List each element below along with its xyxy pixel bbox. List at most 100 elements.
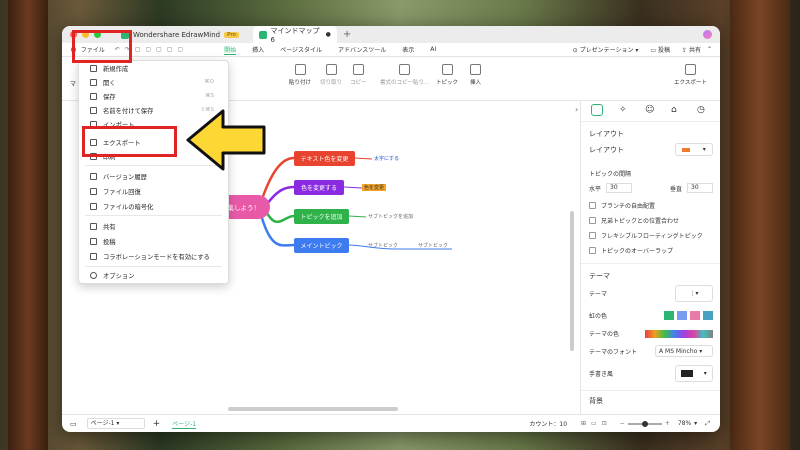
horizontal-scrollbar[interactable]	[228, 407, 398, 411]
menu-item-file-recovery[interactable]: ファイル回復	[79, 184, 228, 198]
horizontal-spacing-input[interactable]: 30	[606, 183, 633, 193]
checkbox-row[interactable]: 兄弟トピックとの位置合わせ	[589, 216, 679, 225]
title-bar: Wondershare EdrawMind Pro マインドマップ6 ● +	[62, 26, 720, 44]
avatar[interactable]	[703, 30, 712, 39]
subtopic-node[interactable]: サブトピック	[418, 242, 448, 249]
zoom-slider[interactable]	[627, 420, 662, 427]
word-count: カウント：10	[529, 421, 568, 428]
section-header-theme: テーマ	[589, 272, 610, 280]
subtopic-node[interactable]: サブトピック	[368, 242, 398, 249]
subtopic-node[interactable]: 太字にする	[374, 155, 399, 162]
share-button[interactable]: ⇪ 共有	[682, 45, 701, 54]
page-list-icon[interactable]: ▭	[70, 420, 77, 428]
save-as-icon	[90, 106, 97, 114]
export-icon	[684, 64, 696, 75]
subtopic-node[interactable]: サブトピックを追加	[368, 213, 413, 220]
hand-drawn-label: 手書き風	[589, 371, 614, 378]
post-button[interactable]: ▭ 投稿	[650, 45, 670, 54]
open-folder-icon	[90, 78, 97, 86]
theme-color-label: テーマの色	[589, 331, 620, 338]
branch-color-row: 虹の色	[589, 311, 713, 320]
paste-button[interactable]: 貼り付け	[289, 64, 311, 86]
menu-item-collaboration[interactable]: コラボレーションモードを有効にする	[79, 249, 228, 263]
menu-item-post[interactable]: 投稿	[79, 234, 228, 248]
format-brush-icon	[399, 64, 411, 75]
format-copy-button[interactable]: 書式のコピー貼り...	[380, 64, 429, 86]
tab-ai[interactable]: AI	[430, 46, 436, 53]
zoom-out-button[interactable]: −	[620, 420, 625, 427]
hand-drawn-row: 手書き風 ▾	[589, 365, 713, 382]
background-tree	[8, 0, 48, 450]
layout-label: レイアウト	[589, 145, 624, 154]
view-tool-icons[interactable]: ⊞▭⊡	[581, 420, 612, 427]
ai-sparkle-icon[interactable]: ✧	[619, 105, 627, 115]
history-icon[interactable]: ◷	[697, 105, 705, 115]
tab-document[interactable]: マインドマップ6 ●	[252, 26, 337, 44]
theme-select[interactable]: ⋮▾	[675, 285, 713, 302]
tab-modified-dot-icon[interactable]: ●	[326, 31, 331, 38]
collab-icon	[90, 252, 97, 260]
cut-button[interactable]: 切り取り	[320, 64, 342, 86]
topic-node[interactable]: 色を変更する	[294, 180, 344, 195]
theme-font-select[interactable]: A MS Mincho ▾	[655, 345, 713, 357]
checkbox-row[interactable]: ブランチの自由配置	[589, 201, 655, 210]
menu-item-new[interactable]: 新規作成	[79, 61, 228, 75]
zoom-in-button[interactable]: +	[665, 420, 670, 427]
add-page-button[interactable]: +	[153, 419, 161, 429]
highlight-export-item	[82, 126, 177, 157]
collapse-ribbon-icon[interactable]: ⌃	[707, 46, 712, 53]
theme-font-label: テーマのフォント	[589, 348, 638, 356]
zoom-dropdown-icon[interactable]: ▾	[694, 420, 697, 427]
presentation-button[interactable]: ⊙ プレゼンテーション ▾	[573, 45, 639, 54]
subtopic-node[interactable]: 色を変更	[362, 184, 387, 191]
menu-item-save[interactable]: 保存 ⌘S	[79, 89, 228, 103]
fullscreen-icon[interactable]: ⤢	[705, 420, 710, 428]
new-tab-button[interactable]: +	[343, 29, 351, 40]
export-ribbon-button[interactable]: エクスポート	[674, 64, 707, 86]
insert-button[interactable]: 挿入	[470, 64, 481, 86]
hand-drawn-select[interactable]: ▾	[675, 365, 713, 382]
recover-icon	[90, 187, 97, 195]
spacing-row: 水平 30 垂直 30	[589, 183, 713, 193]
tab-start[interactable]: 開始	[224, 45, 237, 55]
clipart-icon[interactable]: ⌂	[671, 105, 677, 115]
layout-select[interactable]: ▾	[675, 143, 713, 156]
pointer-arrow-icon	[186, 109, 266, 171]
theme-color-row: テーマの色	[589, 329, 713, 338]
background-tree	[730, 0, 790, 450]
branch-color-options[interactable]	[664, 311, 713, 320]
topic-node[interactable]: トピックを追加	[294, 209, 349, 224]
page-select[interactable]: ページ-1 ▾	[86, 418, 145, 429]
checkbox-row[interactable]: フレキシブルフローティングトピック	[589, 231, 703, 240]
page-tab[interactable]: ページ-1	[172, 419, 197, 429]
menu-item-encrypt[interactable]: ファイルの暗号化	[79, 199, 228, 213]
checkbox-row[interactable]: トピックのオーバーラップ	[589, 246, 673, 255]
tab-page-style[interactable]: ページスタイル	[280, 45, 322, 54]
theme-color-select[interactable]	[645, 329, 713, 338]
divider	[581, 121, 720, 122]
vertical-scrollbar[interactable]	[570, 211, 574, 351]
menu-item-open[interactable]: 開く ⌘O	[79, 75, 228, 89]
tab-view[interactable]: 表示	[402, 45, 414, 54]
menu-separator	[85, 215, 222, 216]
menu-item-options[interactable]: オプション	[79, 268, 228, 282]
ribbon-partial-label: マ	[70, 81, 77, 88]
collapse-panel-icon[interactable]: ›	[575, 105, 578, 114]
mark-icon[interactable]: ☺	[645, 105, 654, 115]
tab-insert[interactable]: 挿入	[252, 45, 264, 54]
topic-node[interactable]: メイントピック	[294, 238, 349, 253]
zoom-level[interactable]: 78%	[678, 420, 691, 427]
format-panel-icon[interactable]	[591, 104, 603, 116]
save-icon	[90, 92, 97, 100]
highlight-file-button	[72, 30, 132, 63]
topic-button[interactable]: トピック	[436, 64, 458, 86]
tab-advanced-tools[interactable]: アドバンスツール	[338, 45, 386, 54]
tab-label: マインドマップ6	[270, 26, 320, 44]
topic-node[interactable]: テキスト色を変更	[294, 151, 355, 166]
vertical-label: 垂直	[669, 185, 682, 193]
menu-item-share[interactable]: 共有	[79, 219, 228, 233]
tab-home[interactable]: Wondershare EdrawMind Pro	[115, 26, 245, 43]
divider	[581, 390, 720, 391]
copy-button[interactable]: コピー	[350, 64, 367, 86]
vertical-spacing-input[interactable]: 30	[687, 183, 713, 193]
